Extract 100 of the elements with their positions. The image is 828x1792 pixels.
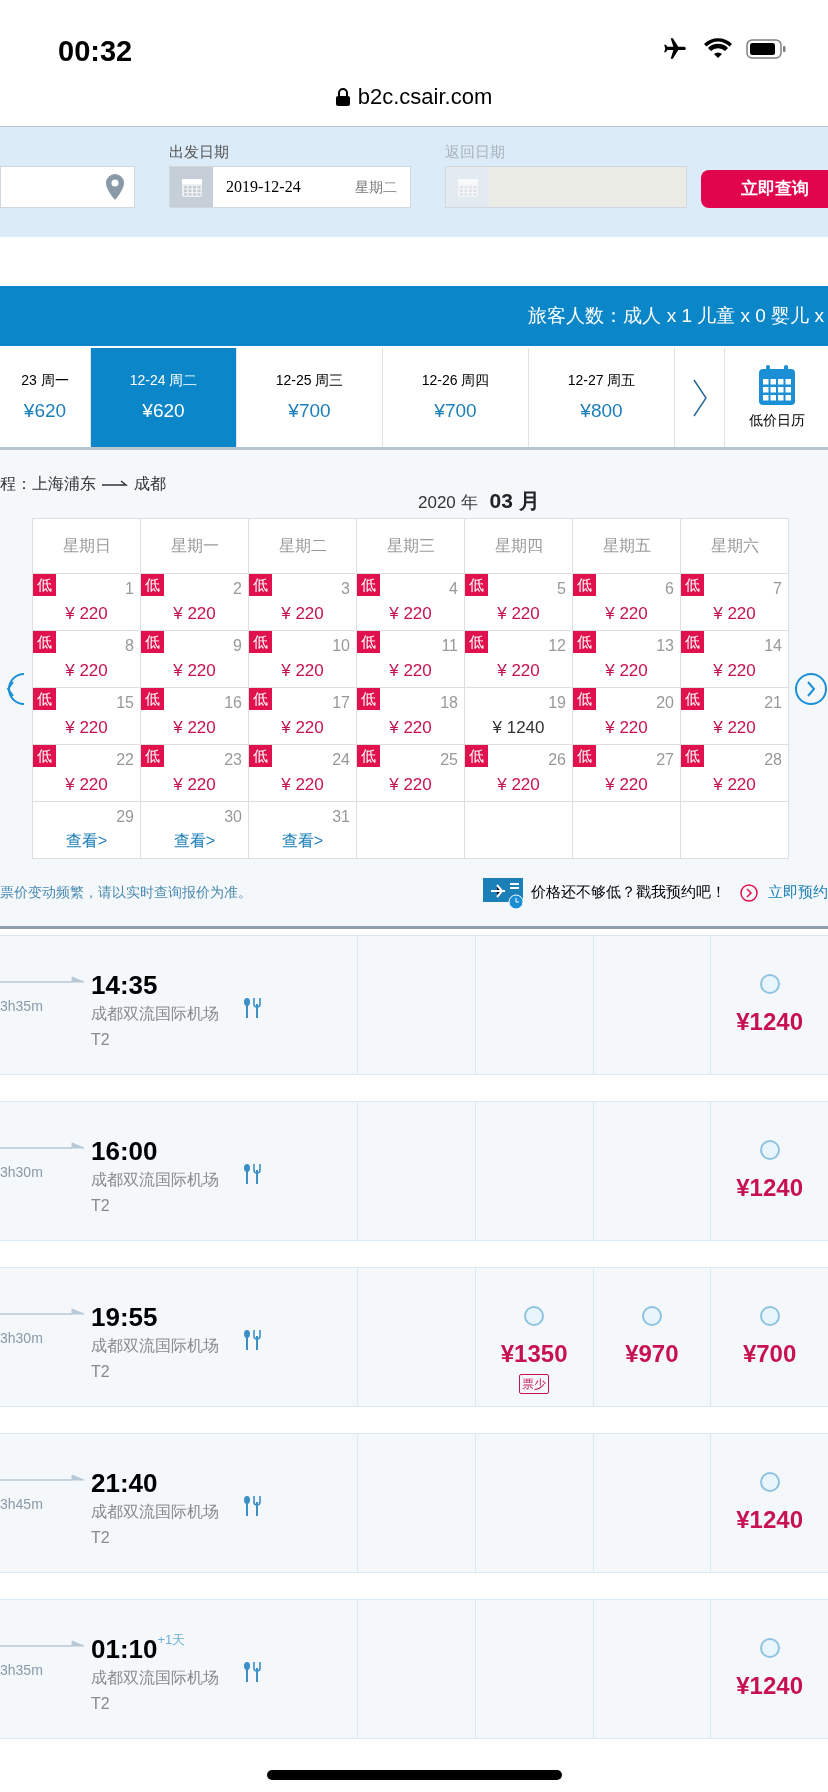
calendar-cell[interactable]: 低 24 ¥ 220 <box>249 745 357 802</box>
flight-duration: 3h30m <box>0 1163 43 1182</box>
fare-radio[interactable] <box>759 1140 780 1160</box>
day-price[interactable]: ¥ 220 <box>573 658 680 684</box>
calendar-cell[interactable]: 31 查看> <box>249 802 357 859</box>
calendar-cell[interactable]: 低 4 ¥ 220 <box>357 574 465 631</box>
calendar-icon <box>456 176 479 198</box>
calendar-cell[interactable]: 低 25 ¥ 220 <box>357 745 465 802</box>
url-text[interactable]: b2c.csair.com <box>357 80 493 113</box>
day-price[interactable]: ¥ 220 <box>249 601 356 627</box>
calendar-cell[interactable]: 低 12 ¥ 220 <box>465 631 573 688</box>
arrival-airport: 成都双流国际机场 <box>91 1004 219 1024</box>
passenger-count: 旅客人数：成人 x 1 儿童 x 0 婴儿 x <box>528 303 824 328</box>
calendar-cell[interactable]: 低 2 ¥ 220 <box>141 574 249 631</box>
flight-row[interactable]: 3h30m 16:00 成都双流国际机场 T2 ¥1240 <box>0 1101 828 1241</box>
day-price[interactable]: ¥ 220 <box>681 601 788 627</box>
calendar-cell[interactable]: 低 16 ¥ 220 <box>141 688 249 745</box>
field-label: 出发日期 <box>169 142 229 162</box>
day-price[interactable]: ¥ 220 <box>357 601 464 627</box>
day-price[interactable]: ¥ 220 <box>33 715 140 741</box>
day-price[interactable]: ¥ 220 <box>573 715 680 741</box>
day-number: 15 <box>116 693 134 713</box>
low-price-tag: 低 <box>465 574 488 596</box>
calendar-icon <box>757 364 796 406</box>
calendar-cell[interactable]: 低 21 ¥ 220 <box>681 688 789 745</box>
fare-radio[interactable] <box>641 1306 662 1326</box>
day-price[interactable]: ¥ 220 <box>465 772 572 798</box>
day-price[interactable]: ¥ 220 <box>357 772 464 798</box>
day-price[interactable]: ¥ 220 <box>465 601 572 627</box>
calendar-cell[interactable]: 低 7 ¥ 220 <box>681 574 789 631</box>
day-price[interactable]: ¥ 220 <box>33 658 140 684</box>
fare-radio[interactable] <box>759 1306 780 1326</box>
calendar-cell[interactable]: 低 14 ¥ 220 <box>681 631 789 688</box>
day-price[interactable]: ¥ 220 <box>465 658 572 684</box>
day-price[interactable]: ¥ 220 <box>33 772 140 798</box>
calendar-cell[interactable]: 低 3 ¥ 220 <box>249 574 357 631</box>
weekday-header: 星期一 <box>141 519 249 574</box>
day-price[interactable]: ¥ 220 <box>141 772 248 798</box>
day-price[interactable]: ¥ 220 <box>141 601 248 627</box>
day-price[interactable]: ¥ 220 <box>141 715 248 741</box>
day-price[interactable]: ¥ 220 <box>573 601 680 627</box>
calendar-cell[interactable]: 低 17 ¥ 220 <box>249 688 357 745</box>
day-price[interactable]: ¥ 220 <box>141 658 248 684</box>
field-label: 返回日期 <box>445 142 505 162</box>
arrival-airport: 成都双流国际机场 <box>91 1668 219 1688</box>
calendar-cell[interactable]: 低 8 ¥ 220 <box>33 631 141 688</box>
calendar-cell[interactable]: 低 28 ¥ 220 <box>681 745 789 802</box>
fare-radio[interactable] <box>759 1638 780 1658</box>
day-number: 9 <box>233 636 242 656</box>
flight-row[interactable]: 3h30m 19:55 成都双流国际机场 T2 ¥1350 票少 ¥970 ¥700 <box>0 1267 828 1407</box>
fare-radio[interactable] <box>759 974 780 994</box>
day-price[interactable]: ¥ 220 <box>681 772 788 798</box>
low-price-tag: 低 <box>357 688 380 710</box>
day-price[interactable]: ¥ 220 <box>681 658 788 684</box>
view-link[interactable]: 查看> <box>249 829 356 853</box>
fare-radio[interactable] <box>759 1472 780 1492</box>
book-now-link[interactable]: 立即预约 <box>768 881 828 904</box>
calendar-cell[interactable]: 低 9 ¥ 220 <box>141 631 249 688</box>
return-date-field[interactable] <box>445 166 687 208</box>
low-price-tag: 低 <box>465 745 488 767</box>
day-price[interactable]: ¥ 220 <box>249 658 356 684</box>
calendar-cell[interactable]: 低 20 ¥ 220 <box>573 688 681 745</box>
search-button[interactable]: 立即查询 <box>701 170 828 208</box>
day-price[interactable]: ¥ 220 <box>249 715 356 741</box>
day-number: 12 <box>548 636 566 656</box>
day-price[interactable]: ¥ 220 <box>357 658 464 684</box>
calendar-cell[interactable]: 低 22 ¥ 220 <box>33 745 141 802</box>
calendar-cell[interactable]: 低 26 ¥ 220 <box>465 745 573 802</box>
calendar-cell[interactable]: 低 23 ¥ 220 <box>141 745 249 802</box>
calendar-cell[interactable]: 低 1 ¥ 220 <box>33 574 141 631</box>
calendar-cell[interactable]: 低 15 ¥ 220 <box>33 688 141 745</box>
calendar-cell[interactable]: 30 查看> <box>141 802 249 859</box>
view-link[interactable]: 查看> <box>33 829 140 853</box>
day-price[interactable]: ¥ 220 <box>681 715 788 741</box>
calendar-cell[interactable]: 19 ¥ 1240 <box>465 688 573 745</box>
flight-arrow-icon <box>0 1308 84 1318</box>
departure-date-field[interactable]: 2019-12-24 星期二 <box>169 166 411 208</box>
day-price[interactable]: ¥ 220 <box>573 772 680 798</box>
day-price[interactable]: ¥ 220 <box>357 715 464 741</box>
calendar-cell[interactable]: 低 13 ¥ 220 <box>573 631 681 688</box>
calendar-cell[interactable]: 低 5 ¥ 220 <box>465 574 573 631</box>
calendar-cell[interactable]: 低 6 ¥ 220 <box>573 574 681 631</box>
location-field[interactable] <box>0 166 135 208</box>
low-price-tag: 低 <box>681 574 704 596</box>
low-price-tag: 低 <box>357 745 380 767</box>
calendar-cell[interactable]: 低 27 ¥ 220 <box>573 745 681 802</box>
calendar-cell[interactable]: 低 11 ¥ 220 <box>357 631 465 688</box>
next-month-icon[interactable] <box>794 671 828 706</box>
day-price[interactable]: ¥ 1240 <box>465 715 572 741</box>
flight-row[interactable]: 3h35m 14:35 成都双流国际机场 T2 ¥1240 <box>0 935 828 1075</box>
day-price[interactable]: ¥ 220 <box>249 772 356 798</box>
flight-row[interactable]: 3h45m 21:40 成都双流国际机场 T2 ¥1240 <box>0 1433 828 1573</box>
calendar-cell[interactable]: 29 查看> <box>33 802 141 859</box>
calendar-cell[interactable]: 低 10 ¥ 220 <box>249 631 357 688</box>
view-link[interactable]: 查看> <box>141 829 248 853</box>
day-price[interactable]: ¥ 220 <box>33 601 140 627</box>
location-pin-icon <box>106 174 124 200</box>
date-tab[interactable]: 12-24 周二 ¥620 <box>91 348 237 447</box>
fare-radio[interactable] <box>524 1306 545 1326</box>
calendar-cell[interactable]: 低 18 ¥ 220 <box>357 688 465 745</box>
